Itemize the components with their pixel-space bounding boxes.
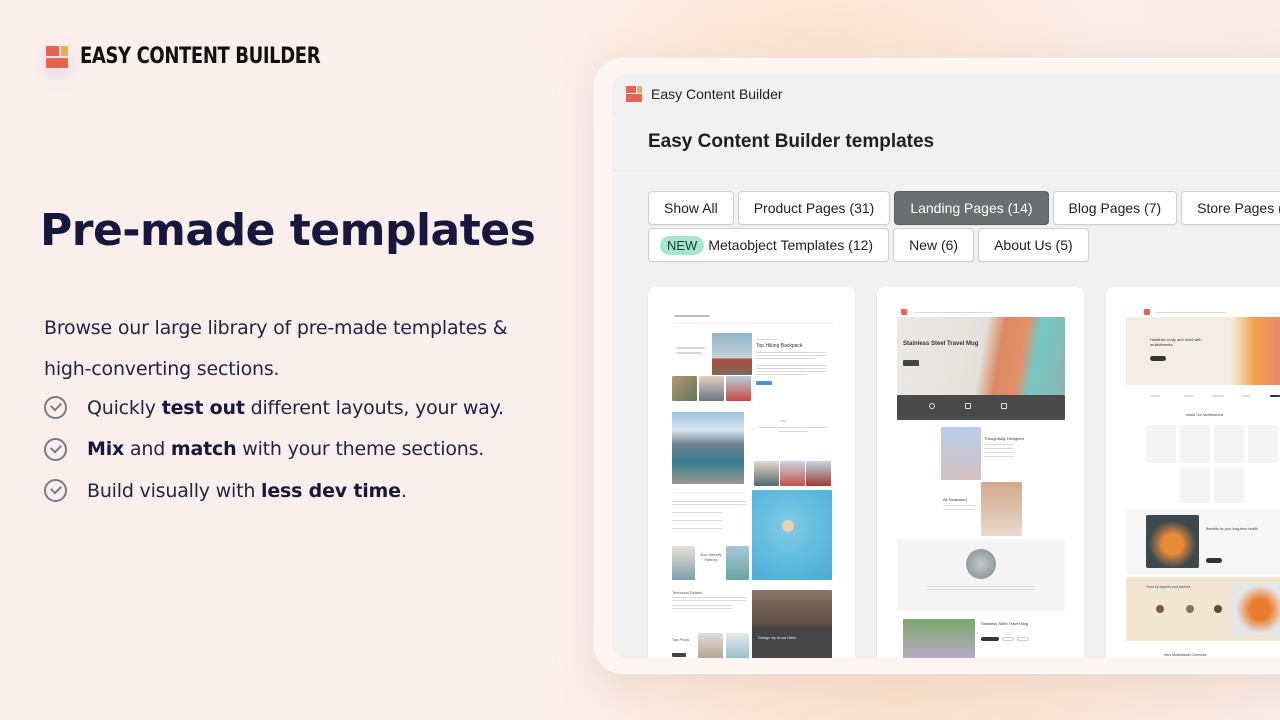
template-section: Design by Anna Helm [758,635,797,640]
benefit-emphasis: match [170,438,237,461]
filter-store-pages[interactable]: Store Pages (6) [1181,191,1280,225]
brand-name: EASY CONTENT BUILDER [80,44,321,69]
template-section: Top Picks [672,637,690,642]
filter-blog-pages[interactable]: Blog Pages (7) [1052,191,1178,225]
benefit-item: Build visually with less dev time. [44,470,504,512]
filter-show-all[interactable]: Show All [648,191,734,225]
template-headline: Healthier body and mind with multivitami… [1150,337,1202,347]
template-grid: Top Hiking Backpack Eco-friendly Fabrics… [648,287,1280,658]
benefit-item: Mix and match with your theme sections. [44,429,504,471]
benefit-text-part: with your theme sections. [236,438,485,461]
brand: EASY CONTENT BUILDER [46,44,373,69]
hero-intro: Browse our large library of pre-made tem… [44,317,508,380]
template-card-multivitamins[interactable]: Healthier body and mind with multivitami… [1106,287,1280,658]
benefit-item: Quickly test out different layouts, your… [44,387,504,429]
benefit-emphasis: test out [161,396,245,419]
benefit-emphasis: less dev time [261,479,401,502]
filter-new[interactable]: New (6) [893,228,975,262]
template-section: Thoughtfully Designed [984,436,1024,441]
grid-logo-icon [46,45,68,68]
filter-row: NEW Metaobject Templates (12) New (6) Ab… [648,228,1280,262]
check-circle-icon [44,479,67,503]
filter-label: Metaobject Templates (12) [708,237,874,253]
app-name: Easy Content Builder [651,85,783,102]
page-title: Easy Content Builder templates [648,131,935,152]
template-section: Eco-friendly Fabrics [700,552,722,562]
template-section: Benefits for your long-term health [1206,527,1258,531]
filter-metaobject-templates[interactable]: NEW Metaobject Templates (12) [648,228,890,262]
page-header: Easy Content Builder templates [612,114,1280,171]
template-section: New Multivitamin Gummies [1164,653,1207,657]
benefit-text-part: Build visually with [87,479,262,502]
benefit-list: Quickly test out different layouts, your… [44,387,504,512]
filter-product-pages[interactable]: Product Pages (31) [737,191,891,225]
template-section: Inside Our Multivitamins [1186,413,1224,417]
app-topbar: Easy Content Builder [612,74,1280,114]
filter-row: Show All Product Pages (31) Landing Page… [648,191,1280,225]
hero-title: Pre-made templates [40,205,536,256]
benefit-text: Build visually with less dev time. [87,480,407,502]
template-section: Technical Details [672,590,703,595]
check-circle-icon [44,396,67,420]
benefit-text-part: different layouts, your way. [244,396,504,419]
filter-landing-pages[interactable]: Landing Pages (14) [894,191,1049,225]
benefit-text-part: and [124,438,171,461]
benefit-text: Quickly test out different layouts, your… [87,397,504,419]
filter-bar: Show All Product Pages (31) Landing Page… [648,191,1280,265]
benefit-text: Mix and match with your theme sections. [87,438,484,460]
benefit-text-part: . [400,479,407,502]
check-circle-icon [44,437,67,461]
template-card-travel-mug[interactable]: Stainless Steel Travel Mug Thoughtfully … [877,287,1084,658]
app-window: Easy Content Builder Easy Content Builde… [612,74,1280,658]
template-headline: Stainless Steel Travel Mug [903,341,979,347]
new-badge: NEW [660,235,705,255]
template-section: Stainless Steel Travel Mug [981,621,1029,626]
filter-about-us[interactable]: About Us (5) [978,228,1089,262]
template-section: Trust by experts and doctors [1146,585,1191,589]
template-headline: Top Hiking Backpack [756,343,803,349]
template-section: All Seasoned [943,497,967,502]
benefit-text-part: Quickly [87,396,162,419]
benefit-emphasis: Mix [87,438,125,461]
template-card-hiking[interactable]: Top Hiking Backpack Eco-friendly Fabrics… [648,287,855,658]
grid-logo-icon [626,85,642,102]
